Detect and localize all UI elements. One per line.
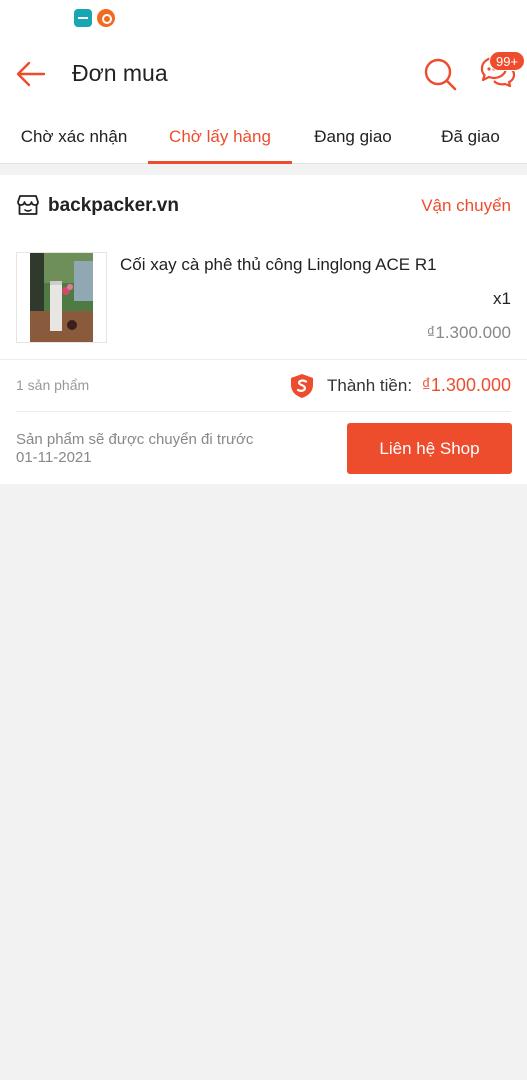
active-tab-indicator [148,161,292,164]
search-icon [424,58,457,91]
shipping-status: Vận chuyển [421,196,511,215]
item-count: 1 sản phẩm [16,377,90,393]
order-status-tabs: Chờ xác nhận Chờ lấy hàng Đang giao Đã g… [0,112,527,164]
shop-name[interactable]: backpacker.vn [48,195,179,217]
total-label: Thành tiền: [327,376,413,395]
shipping-note: Sản phẩm sẽ được chuyển đi trước 01-11-2… [16,431,276,467]
shipping-note-text: Sản phẩm sẽ được chuyển đi trước [16,431,254,448]
status-bar [0,0,527,36]
chat-badge: 99+ [489,51,526,71]
contact-shop-button[interactable]: Liên hệ Shop [347,423,512,474]
page-title: Đơn mua [72,60,168,86]
shopee-guarantee-icon [291,374,313,398]
shop-header: backpacker.vn Vận chuyển [0,175,527,235]
order-total-row: 1 sản phẩm Thành tiền: ₫1.300.000 [0,360,527,411]
total-value: ₫1.300.000 [421,375,511,395]
app-header: Đơn mua [0,36,527,112]
notification-app-icon [74,9,92,27]
tab-pending-confirmation[interactable]: Chờ xác nhận [0,112,148,164]
tab-delivered[interactable]: Đã giao [414,112,527,164]
product-image [16,252,107,343]
product-quantity: x1 [493,289,511,308]
arrow-left-icon [16,61,46,87]
back-button[interactable] [12,56,52,92]
product-name: Cối xay cà phê thủ công Linglong ACE R1 [120,255,437,274]
shop-icon [17,195,39,215]
product-price: ₫1.300.000 [426,323,511,342]
search-button[interactable] [420,54,460,94]
product-item[interactable]: Cối xay cà phê thủ công Linglong ACE R1 … [0,241,527,359]
order-card: backpacker.vn Vận chuyển Cối xay cà phê … [0,175,527,484]
tab-pending-pickup[interactable]: Chờ lấy hàng [148,112,292,164]
shipping-note-date: 01-11-2021 [16,449,92,466]
notification-shopee-icon [97,9,115,27]
product-photo-icon [30,253,93,342]
tab-shipping[interactable]: Đang giao [292,112,414,164]
divider [16,411,511,412]
